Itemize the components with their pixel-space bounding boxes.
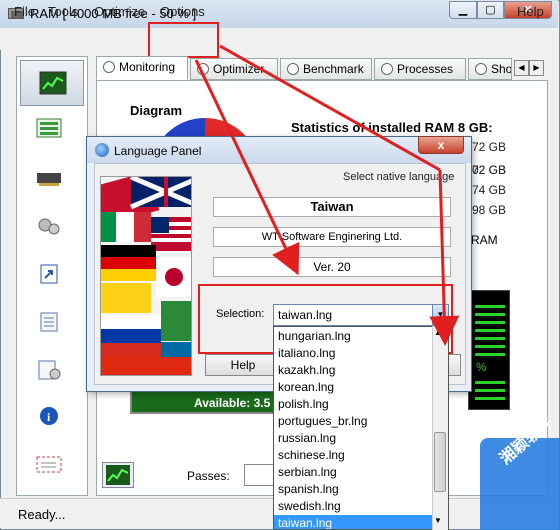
list-item[interactable]: kazakh.lng (278, 362, 335, 379)
radio-icon (475, 63, 487, 75)
radio-icon (197, 63, 209, 75)
list-item[interactable]: swedish.lng (278, 498, 341, 515)
stat-value: 74 GB (472, 183, 507, 197)
ram-chip-icon (37, 173, 61, 186)
tab-label: Benchmark (303, 62, 364, 76)
tab-monitoring[interactable]: Monitoring (96, 56, 188, 80)
sidebar-item-settings[interactable] (34, 214, 64, 238)
flags-image (100, 176, 192, 376)
tab-strip: Monitoring Optimizer Benchmark Processes… (96, 56, 546, 80)
scroll-down-icon[interactable]: ▼ (434, 516, 442, 525)
info-icon: i (40, 407, 58, 425)
list-item[interactable]: serbian.lng (278, 464, 337, 481)
scroll-up-icon[interactable]: ▲ (434, 328, 442, 337)
passes-input[interactable] (244, 464, 276, 486)
radio-icon (381, 63, 393, 75)
language-name-field: Taiwan (213, 197, 451, 217)
monitor-chart-button[interactable] (102, 462, 134, 488)
tab-label: Monitoring (119, 60, 176, 74)
company-field: WT Software Enginering Ltd. (213, 227, 451, 247)
chart-monitor-icon (39, 71, 67, 95)
sidebar-item-shortcut[interactable] (34, 262, 64, 286)
tab-label: Processes (397, 62, 454, 76)
diagram-heading: Diagram (130, 103, 183, 118)
maximize-button[interactable]: ▢ (477, 1, 504, 19)
list-item[interactable]: schinese.lng (278, 447, 345, 464)
status-text: Ready... (18, 507, 66, 522)
tab-scroll-left-button[interactable]: ◀ (514, 60, 529, 76)
task-settings-icon (38, 360, 61, 380)
tab-processes[interactable]: Processes (374, 58, 466, 80)
tab-optimizer[interactable]: Optimizer (190, 58, 278, 80)
menu-optimize[interactable]: Optimize (94, 4, 145, 19)
ram-label: RAM (471, 233, 498, 247)
flags-collage-icon (101, 177, 191, 375)
tab-label: Optimizer (213, 62, 265, 76)
sidebar-item-memory[interactable] (34, 166, 64, 190)
version-field: Ver. 20 (213, 257, 451, 277)
stat-value: 72 GB (472, 140, 507, 154)
menu-tools[interactable]: Tools (48, 4, 78, 19)
radio-icon (287, 63, 299, 75)
list-item[interactable]: hungarian.lng (278, 328, 351, 345)
stat-value: 02 GB (472, 163, 507, 177)
sidebar-item-mail[interactable] (34, 452, 64, 476)
chart-monitor-icon (106, 465, 130, 485)
memory-usage-gauge (468, 290, 510, 410)
sidebar-item-tasks[interactable] (34, 358, 64, 382)
sidebar-item-list[interactable] (34, 116, 64, 140)
select-native-language-label: Select native language (343, 171, 455, 183)
checklist-icon (40, 312, 58, 332)
menu-options[interactable]: Options (160, 4, 205, 19)
menu-help[interactable]: Help (517, 4, 544, 19)
minimize-button[interactable]: ▁ (449, 1, 477, 19)
stat-value: 98 GB (472, 203, 507, 217)
list-icon (36, 118, 62, 138)
globe-icon (95, 143, 109, 157)
sidebar-item-checklist[interactable] (34, 310, 64, 334)
list-item[interactable]: spanish.lng (278, 481, 339, 498)
help-button[interactable]: Help (205, 354, 281, 376)
options-annotation-box (148, 22, 219, 58)
list-item[interactable]: portugues_br.lng (278, 413, 367, 430)
passes-label: Passes: (187, 469, 230, 483)
dialog-title: Language Panel (114, 144, 202, 158)
gears-icon (38, 218, 60, 235)
menu-file[interactable]: File (14, 4, 35, 19)
list-item[interactable]: polish.lng (278, 396, 329, 413)
percent-label: % (476, 360, 487, 374)
radio-icon (103, 61, 115, 73)
tab-shortcuts[interactable]: Shor (468, 58, 512, 80)
tab-label: Shor (491, 62, 512, 76)
list-item-selected[interactable]: taiwan.lng (274, 515, 433, 529)
available-memory-bar: Available: 3.5 (130, 390, 280, 414)
language-dropdown-list: hungarian.lng italiano.lng kazakh.lng ko… (273, 326, 449, 530)
dialog-close-button[interactable]: x (418, 136, 464, 154)
stats-heading: Statistics of installed RAM 8 GB: (291, 120, 493, 135)
ok-button[interactable] (447, 354, 461, 376)
mail-icon (36, 456, 62, 473)
list-item[interactable]: italiano.lng (278, 345, 335, 362)
sidebar-item-info[interactable]: i (34, 404, 64, 428)
list-item[interactable]: korean.lng (278, 379, 334, 396)
scrollbar-thumb[interactable] (434, 432, 446, 492)
menu-bar (0, 28, 558, 50)
tab-scroll-right-button[interactable]: ▶ (529, 60, 544, 76)
tab-benchmark[interactable]: Benchmark (280, 58, 372, 80)
shortcut-arrow-icon (40, 264, 58, 284)
list-item[interactable]: russian.lng (278, 430, 336, 447)
dropdown-scrollbar[interactable] (432, 326, 448, 530)
sidebar-item-monitoring[interactable] (20, 60, 84, 106)
